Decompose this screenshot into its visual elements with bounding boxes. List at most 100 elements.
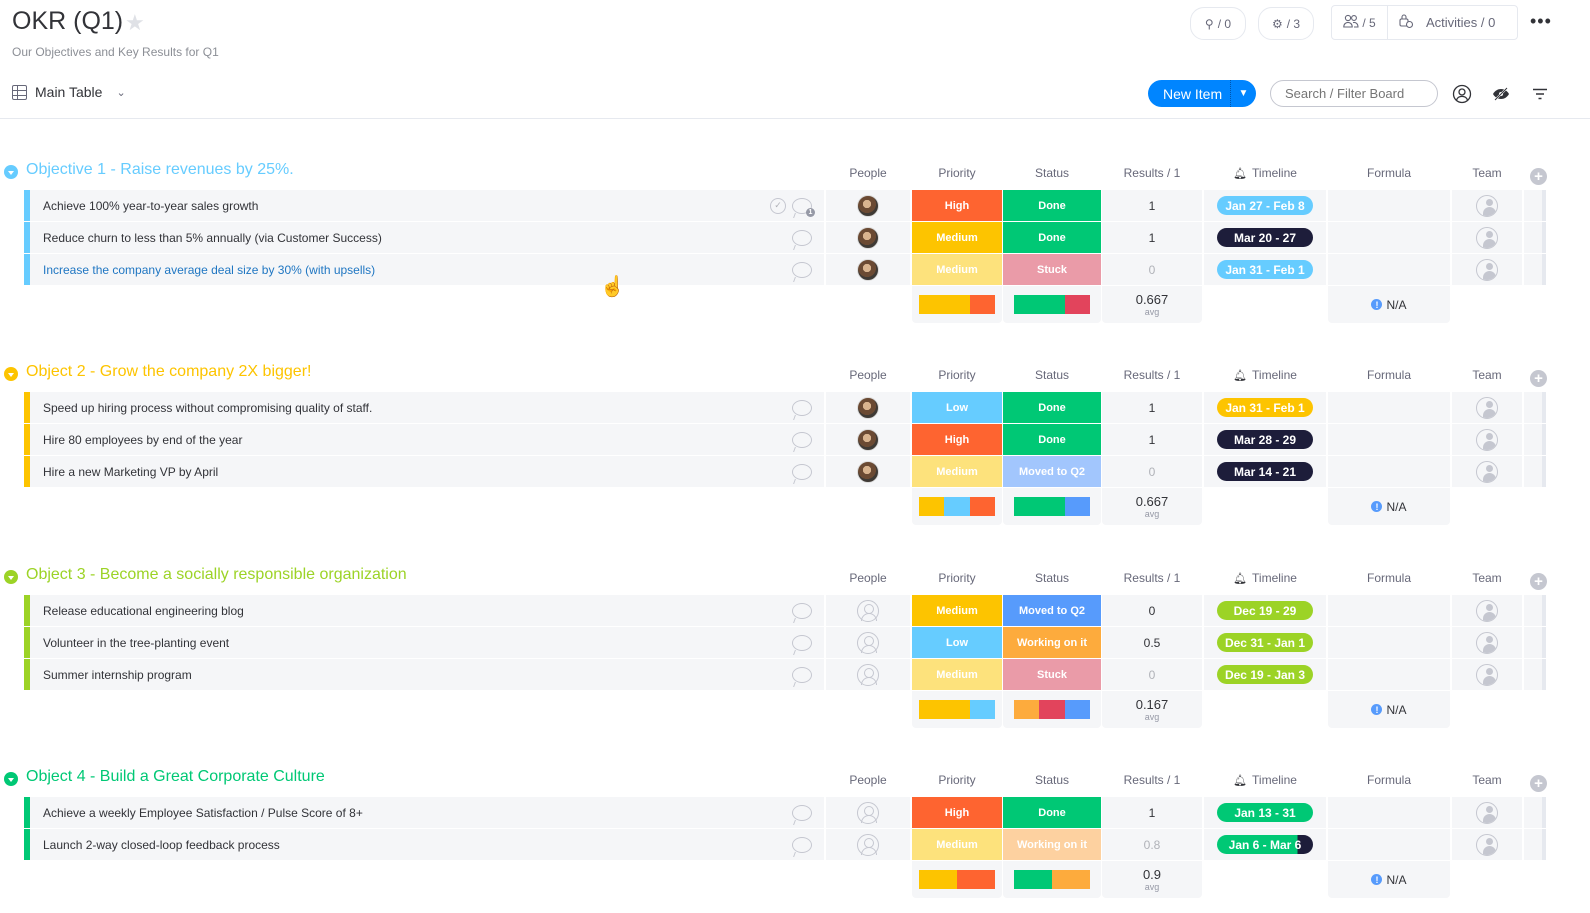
table-row[interactable]: Launch 2-way closed-loop feedback proces… <box>24 829 1554 861</box>
column-header-formula[interactable]: Formula <box>1328 773 1450 787</box>
priority-cell[interactable]: Medium <box>912 829 1002 860</box>
item-name-cell[interactable]: Hire a new Marketing VP by April <box>24 456 824 487</box>
column-header-priority[interactable]: Priority <box>912 773 1002 787</box>
empty-person-icon[interactable] <box>857 631 879 654</box>
avatar[interactable] <box>857 428 879 451</box>
priority-cell[interactable]: Medium <box>912 456 1002 487</box>
priority-cell[interactable]: Medium <box>912 254 1002 285</box>
column-header-people[interactable]: People <box>826 368 910 382</box>
results-summary[interactable]: 0.667 avg <box>1102 488 1202 525</box>
column-header-team[interactable]: Team <box>1452 166 1522 180</box>
status-cell[interactable]: Done <box>1003 797 1101 828</box>
timeline-pill[interactable]: Jan 31 - Feb 1 <box>1217 398 1313 417</box>
priority-cell[interactable]: Medium <box>912 222 1002 253</box>
group-title[interactable]: Object 2 - Grow the company 2X bigger! <box>26 363 311 381</box>
item-name-cell[interactable]: Volunteer in the tree-planting event <box>24 627 824 658</box>
people-cell[interactable] <box>826 595 910 626</box>
item-name-cell[interactable]: Reduce churn to less than 5% annually (v… <box>24 222 824 253</box>
column-header-people[interactable]: People <box>826 571 910 585</box>
team-cell[interactable] <box>1452 254 1522 285</box>
column-header-status[interactable]: Status <box>1003 571 1101 585</box>
more-options-icon[interactable]: ••• <box>1530 11 1552 32</box>
results-cell[interactable]: 0.5 <box>1102 627 1202 658</box>
timeline-cell[interactable]: Jan 31 - Feb 1 <box>1204 254 1326 285</box>
formula-summary[interactable]: ! N/A <box>1328 286 1450 323</box>
priority-cell[interactable]: Medium <box>912 659 1002 690</box>
priority-summary[interactable] <box>912 861 1002 898</box>
collapse-group-icon[interactable] <box>4 367 18 381</box>
check-icon[interactable]: ✓ <box>770 197 786 214</box>
avatar[interactable] <box>857 226 879 249</box>
column-header-results[interactable]: Results / 1 <box>1102 368 1202 382</box>
priority-cell[interactable]: Low <box>912 627 1002 658</box>
item-name[interactable]: Hire 80 employees by end of the year <box>43 433 242 447</box>
star-icon[interactable]: ★ <box>125 10 145 36</box>
hide-columns-icon[interactable] <box>1490 83 1512 105</box>
collapse-group-icon[interactable] <box>4 772 18 786</box>
table-row[interactable]: Increase the company average deal size b… <box>24 254 1554 286</box>
activities-button[interactable]: Activities / 0 <box>1388 13 1517 32</box>
results-cell[interactable]: 1 <box>1102 392 1202 423</box>
empty-person-icon[interactable] <box>857 663 879 686</box>
people-cell[interactable] <box>826 797 910 828</box>
comment-icon[interactable] <box>792 836 812 853</box>
item-name-cell[interactable]: Summer internship program <box>24 659 824 690</box>
team-cell[interactable] <box>1452 190 1522 221</box>
collapse-group-icon[interactable] <box>4 570 18 584</box>
automations-button[interactable]: ⚙ / 3 <box>1258 7 1314 40</box>
results-summary[interactable]: 0.667 avg <box>1102 286 1202 323</box>
empty-person-icon[interactable] <box>857 801 879 824</box>
status-cell[interactable]: Working on it <box>1003 627 1101 658</box>
team-cell[interactable] <box>1452 829 1522 860</box>
column-header-formula[interactable]: Formula <box>1328 571 1450 585</box>
column-header-results[interactable]: Results / 1 <box>1102 166 1202 180</box>
timeline-cell[interactable]: Mar 20 - 27 <box>1204 222 1326 253</box>
timeline-pill[interactable]: Jan 27 - Feb 8 <box>1217 196 1313 215</box>
team-cell[interactable] <box>1452 797 1522 828</box>
status-cell[interactable]: Moved to Q2 <box>1003 456 1101 487</box>
avatar[interactable] <box>857 194 879 217</box>
column-header-timeline[interactable]: 🔔︎ Timeline <box>1204 571 1326 585</box>
item-name[interactable]: Reduce churn to less than 5% annually (v… <box>43 231 382 245</box>
timeline-cell[interactable]: Dec 31 - Jan 1 <box>1204 627 1326 658</box>
results-cell[interactable]: 0 <box>1102 456 1202 487</box>
comment-icon[interactable] <box>792 261 812 278</box>
avatar[interactable] <box>857 258 879 281</box>
collapse-group-icon[interactable] <box>4 165 18 179</box>
timeline-cell[interactable]: Dec 19 - Jan 3 <box>1204 659 1326 690</box>
results-cell[interactable]: 1 <box>1102 424 1202 455</box>
results-cell[interactable]: 1 <box>1102 190 1202 221</box>
priority-summary[interactable] <box>912 488 1002 525</box>
timeline-cell[interactable]: Jan 6 - Mar 6 <box>1204 829 1326 860</box>
item-name-cell[interactable]: Increase the company average deal size b… <box>24 254 824 285</box>
avatar[interactable] <box>857 396 879 419</box>
timeline-pill[interactable]: Mar 14 - 21 <box>1217 462 1313 481</box>
board-title[interactable]: OKR (Q1) <box>12 7 123 36</box>
formula-summary[interactable]: ! N/A <box>1328 488 1450 525</box>
status-cell[interactable]: Done <box>1003 392 1101 423</box>
column-header-team[interactable]: Team <box>1452 571 1522 585</box>
comment-icon[interactable] <box>792 399 812 416</box>
group-title[interactable]: Object 3 - Become a socially responsible… <box>26 566 407 584</box>
search-input[interactable] <box>1270 80 1438 107</box>
timeline-pill[interactable]: Dec 31 - Jan 1 <box>1217 633 1313 652</box>
timeline-cell[interactable]: Dec 19 - 29 <box>1204 595 1326 626</box>
table-row[interactable]: Achieve a weekly Employee Satisfaction /… <box>24 797 1554 829</box>
integrations-button[interactable]: ⚲ / 0 <box>1190 7 1246 40</box>
timeline-pill[interactable]: Mar 28 - 29 <box>1217 430 1313 449</box>
timeline-cell[interactable]: Mar 28 - 29 <box>1204 424 1326 455</box>
table-row[interactable]: Volunteer in the tree-planting event Low… <box>24 627 1554 659</box>
priority-cell[interactable]: High <box>912 797 1002 828</box>
team-cell[interactable] <box>1452 456 1522 487</box>
item-name[interactable]: Achieve 100% year-to-year sales growth <box>43 199 258 213</box>
people-cell[interactable] <box>826 392 910 423</box>
people-cell[interactable] <box>826 627 910 658</box>
status-summary[interactable] <box>1003 691 1101 728</box>
column-header-timeline[interactable]: 🔔︎ Timeline <box>1204 773 1326 787</box>
board-description[interactable]: Our Objectives and Key Results for Q1 <box>12 45 219 59</box>
column-header-results[interactable]: Results / 1 <box>1102 571 1202 585</box>
item-name[interactable]: Launch 2-way closed-loop feedback proces… <box>43 838 280 852</box>
status-cell[interactable]: Done <box>1003 190 1101 221</box>
updates-button[interactable]: 1 <box>792 197 815 217</box>
item-name[interactable]: Speed up hiring process without compromi… <box>43 401 372 415</box>
